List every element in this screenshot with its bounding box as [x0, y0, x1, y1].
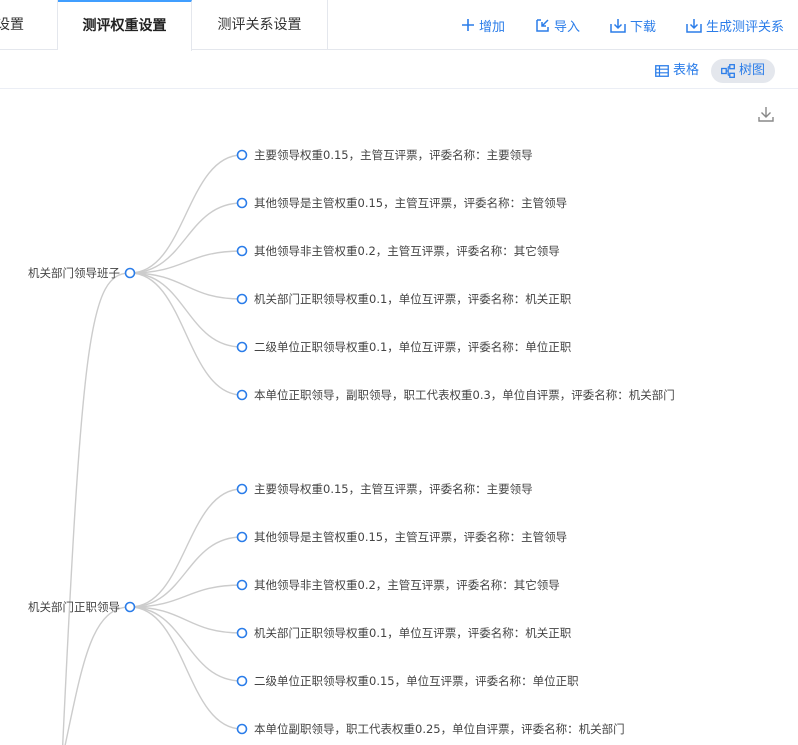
tree-leaf-node[interactable]	[236, 245, 248, 257]
tree-leaf-label: 主要领导权重0.15，主管互评票，评委名称：主要领导	[254, 482, 533, 496]
tree-leaf-label: 主要领导权重0.15，主管互评票，评委名称：主要领导	[254, 148, 533, 162]
tree-link	[129, 250, 243, 274]
tree-leaf-label: 二级单位正职领导权重0.15，单位互评票，评委名称：单位正职	[254, 674, 579, 688]
tree-leaf-node[interactable]	[236, 627, 248, 639]
tree-leaf-label: 机关部门正职领导权重0.1，单位互评票，评委名称：机关正职	[254, 626, 572, 640]
tree-leaf-label: 其他领导是主管权重0.15，主管互评票，评委名称：主管领导	[254, 196, 568, 210]
tree-leaf-node[interactable]	[236, 675, 248, 687]
tree-link	[129, 272, 243, 396]
tree-leaf-label: 其他领导非主管权重0.2，主管互评票，评委名称：其它领导	[254, 244, 560, 258]
tree-link	[129, 272, 243, 348]
tree-root-node[interactable]	[124, 267, 136, 279]
tree-leaf-label: 二级单位正职领导权重0.1，单位互评票，评委名称：单位正职	[254, 340, 572, 354]
tree-leaf-label: 其他领导非主管权重0.2，主管互评票，评委名称：其它领导	[254, 578, 560, 592]
tree-link	[129, 584, 243, 608]
tree-root-label: 机关部门领导班子	[28, 266, 120, 280]
tree-leaf-node[interactable]	[236, 531, 248, 543]
tree-link	[129, 606, 243, 730]
tree-link	[129, 154, 243, 274]
tree-leaf-node[interactable]	[236, 389, 248, 401]
tree-leaf-label: 机关部门正职领导权重0.1，单位互评票，评委名称：机关正职	[254, 292, 572, 306]
tree-leaf-node[interactable]	[236, 149, 248, 161]
tree-leaf-node[interactable]	[236, 579, 248, 591]
tree-link	[129, 606, 243, 682]
tree-leaf-label: 其他领导是主管权重0.15，主管互评票，评委名称：主管领导	[254, 530, 568, 544]
tree-root-node[interactable]	[124, 601, 136, 613]
tree-leaf-label: 本单位正职领导，副职领导，职工代表权重0.3，单位自评票，评委名称：机关部门	[254, 388, 675, 402]
tree-link	[62, 272, 131, 745]
tree-leaf-node[interactable]	[236, 197, 248, 209]
tree-leaf-label: 本单位副职领导，职工代表权重0.25，单位自评票，评委名称：机关部门	[254, 722, 625, 736]
tree-leaf-node[interactable]	[236, 483, 248, 495]
tree-link	[64, 606, 131, 745]
tree-root-label: 机关部门正职领导	[28, 600, 120, 614]
tree-leaf-node[interactable]	[236, 341, 248, 353]
tree-leaf-node[interactable]	[236, 293, 248, 305]
tree-leaf-node[interactable]	[236, 723, 248, 735]
tree-link	[129, 488, 243, 608]
